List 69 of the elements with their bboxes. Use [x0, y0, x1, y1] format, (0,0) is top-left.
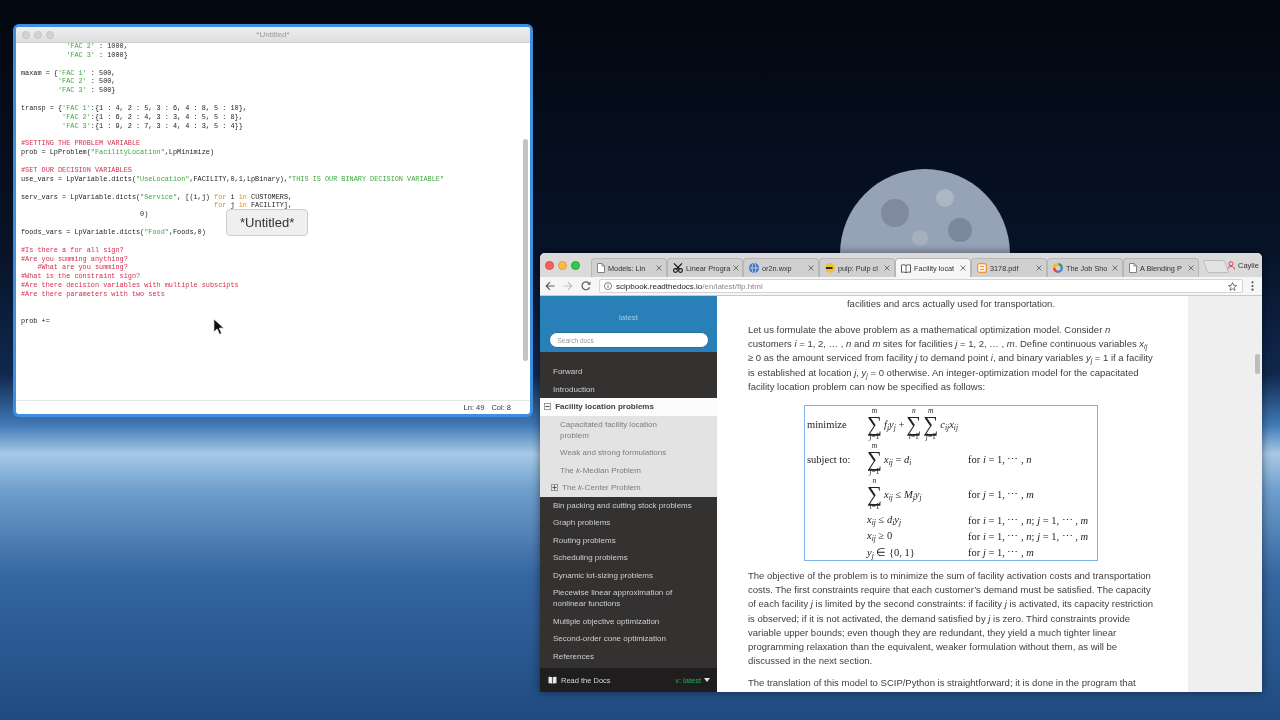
caret-icon — [704, 678, 710, 682]
formula-label: minimize — [807, 418, 847, 430]
mouse-pointer-icon — [213, 318, 224, 335]
collapse-icon[interactable] — [544, 402, 551, 410]
close-button[interactable] — [545, 260, 554, 270]
info-icon[interactable] — [604, 282, 612, 290]
nav-link[interactable]: Scheduling problems — [540, 549, 717, 567]
scrollbar-thumb[interactable] — [523, 139, 528, 361]
menu-icon[interactable] — [1251, 281, 1254, 291]
constraint-condition: for i = 1, ⋯ , n; j = 1, ⋯ , m — [968, 530, 1089, 542]
paragraph: Let us formulate the above problem as a mathematical optimization model. Consider n customers i = 1, 2, … , n and m sites for facilities j = 1, 2, … , m. Define continuous variables x$_{ij}$ ≥ 0 as the amount serviced from facility j to demand point i, and binary variables y$_{j}$ = 1 if a facility is established at location j, y$_{j}$ = 0 otherwise. An integer-optimization model for the capacitated facility location problem can now be specified as follows: — [748, 323, 1154, 394]
globe-icon — [749, 263, 759, 273]
nav-link[interactable]: Introduction — [540, 380, 717, 398]
math-expression: f$_{j}$y$_{j}$ + — [884, 418, 905, 430]
constraint-condition: for i = 1, ⋯ , n; j = 1, ⋯ , m — [968, 514, 1089, 526]
window-title: *Untitled* — [256, 30, 290, 39]
star-icon[interactable] — [1228, 281, 1237, 291]
close-icon[interactable] — [656, 265, 662, 271]
person-icon — [1227, 260, 1235, 270]
nav-link[interactable]: The k-Center Problem — [540, 479, 717, 497]
nav-link[interactable]: Routing problems — [540, 531, 717, 549]
math-expression: x$_{ij}$ = d$_{i}$ — [884, 453, 912, 465]
nav-link[interactable]: Multiple objective optimization — [540, 612, 717, 630]
close-icon[interactable] — [1036, 265, 1042, 271]
scissors-icon — [673, 263, 683, 273]
new-tab-button[interactable] — [1202, 260, 1230, 273]
nav-link[interactable]: The k-Median Problem — [540, 461, 717, 479]
nav-link[interactable]: References — [540, 647, 717, 665]
math-expression: y$_{j}$ ∈ {0, 1} — [867, 545, 915, 558]
url-text: scipbook.readthedocs.io/en/latest/flp.html — [616, 281, 763, 291]
formula-label: subject to: — [807, 453, 851, 465]
close-icon[interactable] — [733, 265, 740, 271]
book-icon — [548, 676, 557, 684]
document-icon — [1129, 263, 1137, 273]
paragraph: The objective of the problem is to minimize the sum of facility activation costs and transportation costs. The first constraints require that each customer’s demand must be satisfied. The capacity of each facility j is limited by the second constraints: if facility j is activated, its capacity restriction is observed; if it is not activated, the demand satisfied by j is zero. Third constraints provide variable upper bounds; even though they are redundant, they yield a much tighter linear programming relaxation than the equivalent, weaker formulation without them, as will be discussed in the next section. — [748, 569, 1154, 669]
close-icon[interactable] — [808, 265, 814, 271]
close-icon[interactable] — [884, 265, 890, 271]
address-bar[interactable]: scipbook.readthedocs.io/en/latest/flp.html — [599, 279, 1243, 293]
math-expression: x$_{ij}$ ≤ d$_{i}$y$_{j}$ — [867, 514, 902, 525]
nav-link[interactable]: Piecewise linear approximation of nonlinear functions — [540, 584, 717, 613]
close-icon[interactable] — [960, 265, 966, 271]
reload-icon[interactable] — [581, 281, 591, 291]
disc-icon — [825, 263, 835, 273]
nav-link[interactable]: Graph problems — [540, 514, 717, 532]
expand-icon[interactable] — [551, 483, 558, 491]
nav-link[interactable]: Capacitated facility location problem — [540, 415, 717, 444]
tooltip: *Untitled* — [226, 209, 309, 236]
nav-link[interactable]: Weak and strong formulations — [540, 444, 717, 462]
close-icon[interactable] — [1188, 265, 1194, 271]
nav-link[interactable]: Second-order cone optimization — [540, 630, 717, 648]
nav-link[interactable]: Dynamic lot-sizing problems — [540, 566, 717, 584]
version-label: latest — [618, 313, 639, 323]
arrow-left-icon[interactable] — [545, 281, 555, 291]
paragraph: The translation of this model to SCIP/Python is straightforward; it is done in the program that — [748, 676, 1137, 691]
ring-icon — [1053, 263, 1063, 273]
nav-link[interactable]: Bin packing and cutting stock problems — [540, 496, 717, 514]
book-icon — [901, 263, 911, 273]
close-icon[interactable] — [1112, 265, 1118, 271]
math-expression: x$_{ij}$ ≥ 0 — [867, 530, 893, 541]
caption-text: facilities and arcs actually used for transportation. — [845, 297, 1057, 311]
math-expression: c$_{ij}$x$_{ij}$ — [940, 418, 959, 430]
file-icon — [977, 263, 987, 273]
scrollbar-thumb[interactable] — [1255, 354, 1260, 374]
nav-link[interactable]: Facility location problems — [540, 398, 717, 416]
math-expression: x$_{ij}$ ≤ M$_{j}$y$_{j}$ — [884, 488, 922, 500]
zoom-button[interactable] — [571, 260, 580, 270]
constraint-condition: for i = 1, ⋯ , n — [968, 454, 1032, 465]
document-icon — [597, 263, 605, 273]
nav-link[interactable]: Forward — [540, 363, 717, 381]
